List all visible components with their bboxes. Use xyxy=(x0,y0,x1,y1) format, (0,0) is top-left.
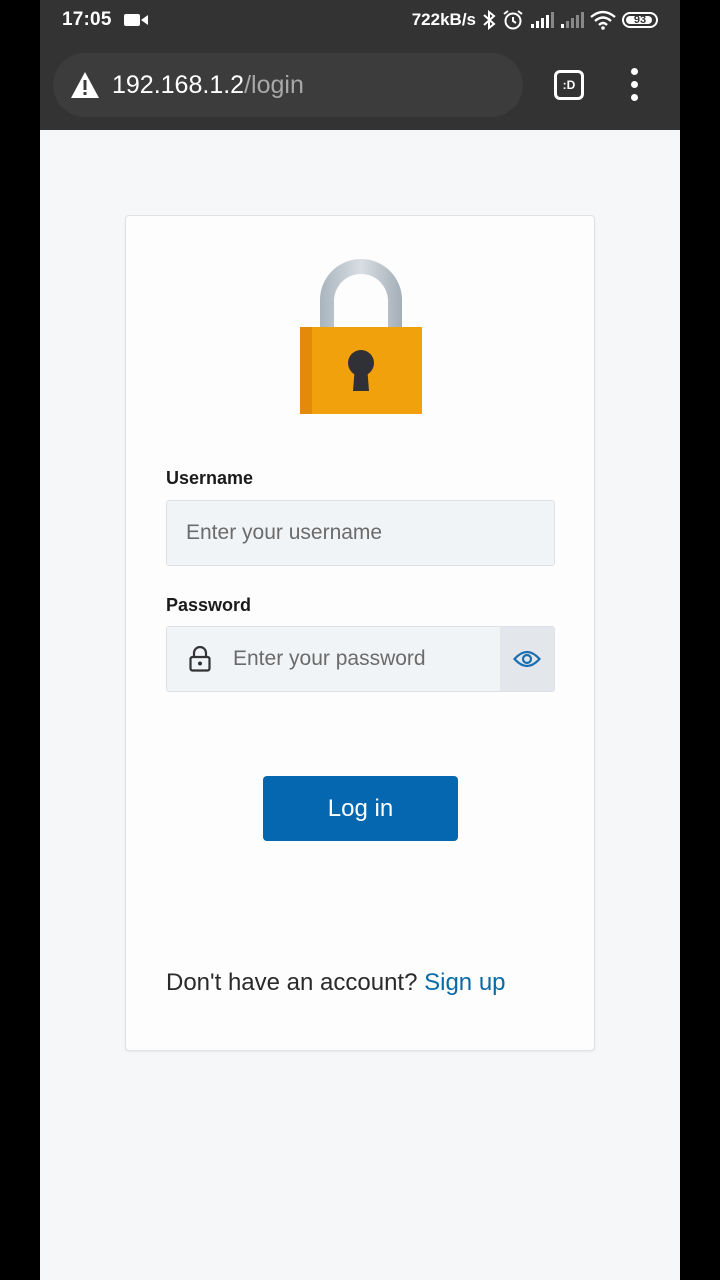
menu-dot xyxy=(631,68,638,75)
password-label: Password xyxy=(166,595,252,615)
status-indicators: 722kB/s 93 xyxy=(412,8,658,32)
login-card: Username Enter your username Password En… xyxy=(125,215,595,1051)
menu-dot xyxy=(631,94,638,101)
battery-level: 93 xyxy=(633,14,647,26)
signal-1-icon xyxy=(531,12,554,28)
video-record-icon xyxy=(124,14,148,26)
tabs-icon[interactable]: :D xyxy=(554,70,584,100)
alarm-icon xyxy=(503,10,523,30)
url-text[interactable]: 192.168.1.2/login xyxy=(112,71,304,99)
url-path: /login xyxy=(244,71,304,99)
wifi-icon xyxy=(590,10,616,30)
lock-icon xyxy=(189,646,211,672)
net-speed: 722kB/s xyxy=(411,10,476,29)
show-password-button[interactable] xyxy=(500,627,554,691)
url-host: 192.168.1.2 xyxy=(112,71,245,99)
signup-row: Don't have an account? Sign up xyxy=(166,969,506,997)
signup-prompt: Don't have an account? xyxy=(166,969,418,996)
menu-dot xyxy=(631,81,638,88)
tabs-label: :D xyxy=(562,78,576,92)
padlock-icon xyxy=(300,259,422,414)
browser-toolbar: 192.168.1.2/login :D xyxy=(40,40,680,130)
warning-icon[interactable] xyxy=(70,71,100,99)
signal-2-icon xyxy=(561,12,584,28)
login-button[interactable]: Log in xyxy=(263,776,458,841)
username-placeholder: Enter your username xyxy=(186,521,383,544)
password-placeholder: Enter your password xyxy=(233,647,426,670)
battery-icon: 93 xyxy=(622,12,658,28)
signup-link[interactable]: Sign up xyxy=(424,969,505,996)
more-vert-icon[interactable] xyxy=(622,68,646,102)
username-input[interactable]: Enter your username xyxy=(166,500,555,566)
phone-screen: 17:05 722kB/s 93 192.168.1.2/login:D Us… xyxy=(40,0,680,1280)
status-bar: 17:05 722kB/s 93 xyxy=(40,0,680,40)
address-bar[interactable]: 192.168.1.2/login xyxy=(53,53,523,117)
username-label: Username xyxy=(166,468,254,488)
status-time: 17:05 xyxy=(62,9,112,30)
bluetooth-icon xyxy=(483,10,496,30)
password-input[interactable]: Enter your password xyxy=(166,626,555,692)
eye-icon xyxy=(513,650,541,668)
